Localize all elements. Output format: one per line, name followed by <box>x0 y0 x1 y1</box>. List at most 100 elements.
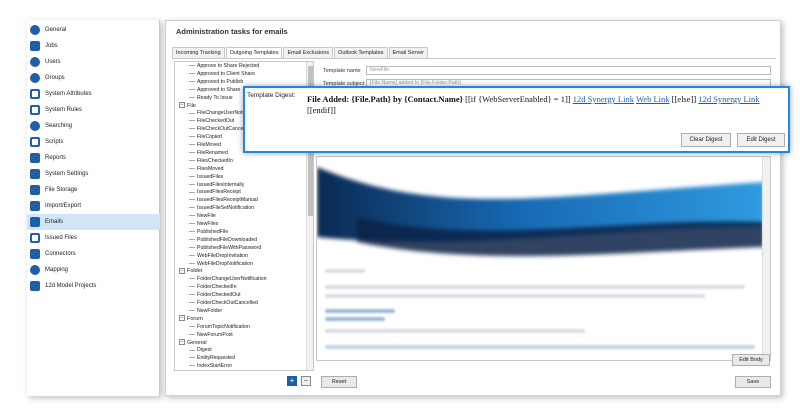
tree-item-label: EntityRequested <box>197 355 236 362</box>
digest-synergy-link-else[interactable]: 12d Synergy Link <box>698 94 759 104</box>
tab-email-server[interactable]: Email Server <box>388 47 428 58</box>
sidebar-item-connectors[interactable]: Connectors <box>27 246 160 262</box>
reset-button[interactable]: Reset <box>321 376 357 388</box>
sidebar-item-users[interactable]: Users <box>27 54 160 70</box>
sidebar-item-issued-files[interactable]: Issued Files <box>27 230 160 246</box>
tree-item[interactable]: WebFileDropNotification <box>189 260 253 268</box>
tree-item-label: File <box>187 102 196 109</box>
collapse-toggle-icon[interactable]: − <box>179 315 185 322</box>
sidebar-item-label: System Attributes <box>45 91 92 97</box>
sidebar-item-general[interactable]: General <box>27 22 160 38</box>
tree-category[interactable]: − Forum <box>179 315 203 323</box>
sidebar-item-system-attributes[interactable]: System Attributes <box>27 86 160 102</box>
remove-template-button[interactable]: − <box>301 376 311 386</box>
tree-item[interactable]: NewForumPost <box>189 331 233 339</box>
tree-item[interactable]: Approved to Publish <box>189 78 243 86</box>
tree-connector <box>189 167 195 169</box>
sidebar-item-jobs[interactable]: Jobs <box>27 38 160 54</box>
tree-item-label: FileCheckedOut <box>197 118 235 125</box>
tree-item[interactable]: FolderChangeUserNotification <box>189 275 267 283</box>
sidebar-item-mapping[interactable]: Mapping <box>27 262 160 278</box>
sidebar-item-12d-model-projects[interactable]: 12d Model Projects <box>27 278 160 294</box>
tree-item[interactable]: WebFileDropInvitation <box>189 252 248 260</box>
digest-if-text: [[if {WebServerEnabled} = 1]] <box>463 94 573 104</box>
tree-item[interactable]: IssuedFileSetNotification <box>189 204 254 212</box>
template-name-field[interactable]: NewFile <box>366 66 771 75</box>
collapse-toggle-icon[interactable]: − <box>179 267 185 274</box>
digest-web-link[interactable]: Web Link <box>636 94 670 104</box>
tree-item[interactable]: FolderCheckOutCancelled <box>189 299 258 307</box>
tree-item[interactable]: Approved to Client Share <box>189 70 255 78</box>
clear-digest-button[interactable]: Clear Digest <box>681 133 731 147</box>
tree-item-label: FolderChangeUserNotification <box>197 276 267 283</box>
sidebar-item-groups[interactable]: Groups <box>27 70 160 86</box>
tree-item[interactable]: PublishedFile <box>189 228 228 236</box>
tree-item[interactable]: Digest <box>189 346 212 354</box>
tree-item[interactable]: FileMoved <box>189 141 221 149</box>
tree-category[interactable]: − Folder <box>179 267 203 275</box>
tab-outgoing-templates[interactable]: Outgoing Templates <box>225 47 283 58</box>
tree-item-label: FolderCheckedIn <box>197 284 237 291</box>
tree-item[interactable]: EntityRequested <box>189 354 235 362</box>
tree-item[interactable]: FileCopied <box>189 133 222 141</box>
page-title: Administration tasks for emails <box>176 27 288 36</box>
tree-item[interactable]: NewFiles <box>189 220 218 228</box>
edit-body-button[interactable]: Edit Body <box>732 354 770 366</box>
sidebar-item-system-rules[interactable]: System Rules <box>27 102 160 118</box>
tree-item[interactable]: PublishedFileWithPassword <box>189 244 261 252</box>
tree-item[interactable]: FileCheckedOut <box>189 117 234 125</box>
tree-item[interactable]: Approved to Share <box>189 86 240 94</box>
sidebar-item-emails[interactable]: Emails <box>27 214 160 230</box>
tree-item[interactable]: FileChangeUserNotif <box>189 109 245 117</box>
collapse-toggle-icon[interactable]: − <box>179 339 185 346</box>
tree-connector <box>189 262 195 264</box>
tree-item[interactable]: FolderCheckedOut <box>189 291 241 299</box>
tree-item-label: FileCopied <box>197 134 222 141</box>
tree-connector <box>189 254 195 256</box>
sidebar-item-label: System Rules <box>45 107 83 113</box>
tree-connector <box>189 325 195 327</box>
tree-item[interactable]: IssuedFilesReceiptManual <box>189 196 258 204</box>
sidebar-item-label: 12d Model Projects <box>45 283 97 289</box>
save-button[interactable]: Save <box>735 376 771 388</box>
tree-item[interactable]: PublishedFileDownloaded <box>189 236 257 244</box>
digest-synergy-link[interactable]: 12d Synergy Link <box>573 94 634 104</box>
sidebar-item-searching[interactable]: Searching <box>27 118 160 134</box>
tree-item[interactable]: FileCheckOutCancell <box>189 125 246 133</box>
tree-item[interactable]: Ready To Issue <box>189 94 233 102</box>
tree-category[interactable]: − General <box>179 339 207 347</box>
tab-email-exclusions[interactable]: Email Exclusions <box>283 47 334 58</box>
sidebar-item-file-storage[interactable]: File Storage <box>27 182 160 198</box>
tab-incoming-tracking[interactable]: Incoming Tracking <box>172 47 225 58</box>
tree-item-label: Digest <box>197 347 212 354</box>
tree-item[interactable]: NewFolder <box>189 307 222 315</box>
sidebar-item-scripts[interactable]: Scripts <box>27 134 160 150</box>
email-body-preview <box>316 156 771 361</box>
tree-item-label: Ready To Issue <box>197 94 233 101</box>
tree-item[interactable]: FilesMoved <box>189 165 224 173</box>
tree-item[interactable]: IndexStartError <box>189 362 232 370</box>
tree-item[interactable]: IssuedFilesInternally <box>189 181 244 189</box>
tree-item[interactable]: Approve to Share Rejected <box>189 62 259 70</box>
add-template-button[interactable]: + <box>287 376 297 386</box>
sidebar-item-import-export[interactable]: Import/Export <box>27 198 160 214</box>
collapse-toggle-icon[interactable]: − <box>179 102 185 109</box>
edit-digest-button[interactable]: Edit Digest <box>737 133 785 147</box>
preview-scrollbar[interactable] <box>762 157 770 360</box>
sidebar-item-system-settings[interactable]: System Settings <box>27 166 160 182</box>
tree-item[interactable]: FolderCheckedIn <box>189 283 237 291</box>
tree-item-label: FileMoved <box>197 142 221 148</box>
tree-item[interactable]: IssuedFiles <box>189 173 223 181</box>
tree-item[interactable]: FilesCheckedIn <box>189 157 233 165</box>
tree-item[interactable]: ForumTopicNotification <box>189 323 250 331</box>
tree-category[interactable]: − File <box>179 102 196 110</box>
tree-item[interactable]: FileRenamed <box>189 149 228 157</box>
template-digest-content[interactable]: File Added: {File.Path} by {Contact.Name… <box>307 94 787 116</box>
sidebar-item-label: File Storage <box>45 187 78 193</box>
tree-connector <box>189 286 195 288</box>
tree-item-label: FolderCheckOutCancelled <box>197 300 258 306</box>
tree-item[interactable]: IssuedFilesReceipt <box>189 188 241 196</box>
tab-outlook-templates[interactable]: Outlook Templates <box>334 47 388 58</box>
sidebar-item-reports[interactable]: Reports <box>27 150 160 166</box>
tree-item[interactable]: NewFile <box>189 212 216 220</box>
